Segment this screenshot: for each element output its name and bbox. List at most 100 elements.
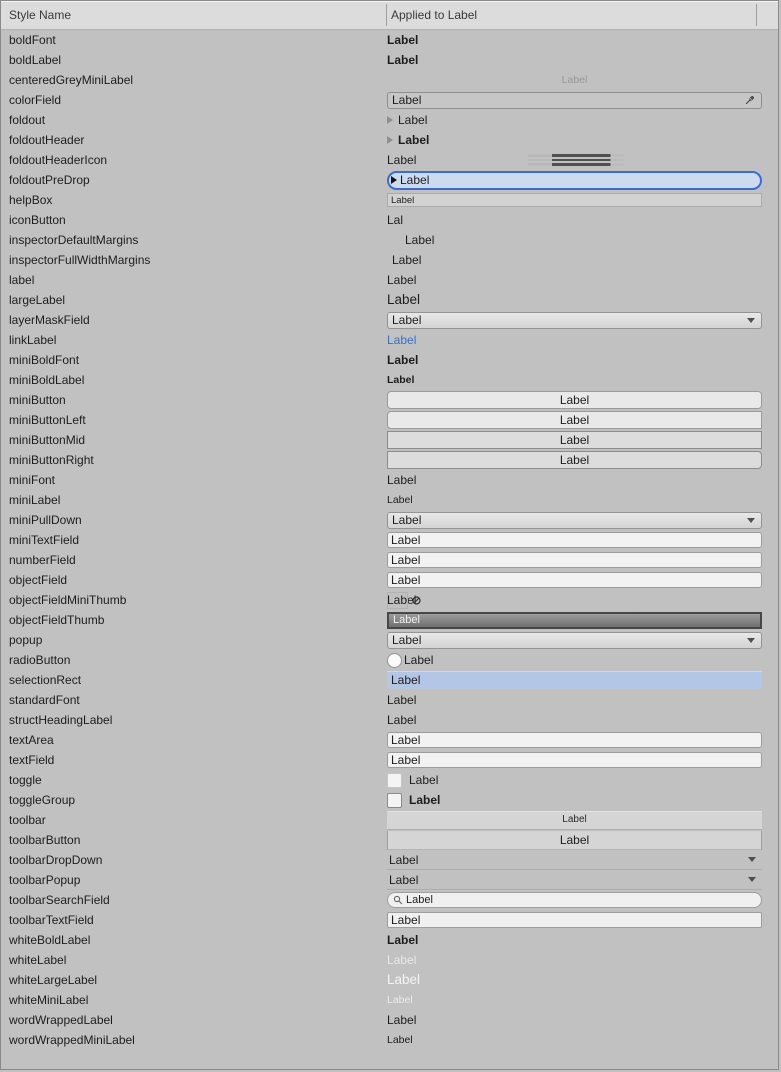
miniButtonMid-sample[interactable]: Label: [387, 431, 762, 449]
radio-circle-icon[interactable]: [387, 653, 402, 668]
style-sample-cell: Label: [387, 650, 778, 670]
miniPullDown-sample[interactable]: Label: [387, 512, 762, 529]
dropdown-caret-icon: [747, 638, 755, 643]
radioButton-sample: Label: [404, 654, 433, 666]
selectionRect-sample: Label: [387, 671, 762, 689]
foldout-arrow-icon[interactable]: [387, 136, 393, 144]
sample-label: Label: [389, 853, 418, 867]
style-name: foldoutPreDrop: [1, 173, 387, 187]
whiteLargeLabel-sample: Label: [387, 973, 420, 987]
table-row: toggleGroup Label: [1, 790, 778, 810]
style-name: miniBoldLabel: [1, 373, 387, 387]
textField-sample[interactable]: Label: [387, 752, 762, 768]
style-name: helpBox: [1, 193, 387, 207]
column-divider[interactable]: [386, 4, 387, 26]
style-sample-cell: Label: [387, 930, 778, 950]
layerMaskField-sample[interactable]: Label: [387, 312, 762, 329]
table-row: boldLabelLabel: [1, 50, 778, 70]
search-icon: [393, 895, 403, 905]
table-row: inspectorFullWidthMarginsLabel: [1, 250, 778, 270]
colorField-sample[interactable]: Label: [387, 92, 762, 109]
style-name: miniButtonLeft: [1, 413, 387, 427]
style-name: toggleGroup: [1, 793, 387, 807]
table-row: textAreaLabel: [1, 730, 778, 750]
sample-label: Label: [393, 614, 420, 626]
table-row: miniButtonRightLabel: [1, 450, 778, 470]
dropdown-caret-icon: [747, 318, 755, 323]
sample-label: Label: [400, 173, 429, 187]
table-row: miniPullDownLabel: [1, 510, 778, 530]
style-sample-cell: Label: [387, 490, 778, 510]
style-sample-cell: Label: [387, 690, 778, 710]
style-sample-cell: Label: [387, 870, 778, 890]
table-row: miniButtonLeft Label: [1, 410, 778, 430]
table-row: foldoutPreDrop Label: [1, 170, 778, 190]
style-sample-cell: Label: [387, 910, 778, 930]
null-object-icon: [412, 596, 421, 605]
style-sample-cell: Label: [387, 470, 778, 490]
style-name: structHeadingLabel: [1, 713, 387, 727]
toolbarButton-sample[interactable]: Label: [387, 831, 762, 850]
toolbarTextField-sample[interactable]: Label: [387, 912, 762, 928]
table-row: inspectorDefaultMarginsLabel: [1, 230, 778, 250]
numberField-sample[interactable]: Label: [387, 552, 762, 568]
style-sample-cell: Lal: [387, 210, 778, 230]
foldout-arrow-icon[interactable]: [387, 116, 393, 124]
miniBoldLabel-sample: Label: [387, 375, 414, 386]
textArea-sample[interactable]: Label: [387, 732, 762, 748]
style-name: foldout: [1, 113, 387, 127]
style-name: miniTextField: [1, 533, 387, 547]
pane-options-icon[interactable]: [528, 154, 624, 166]
style-sample-cell: Label: [387, 750, 778, 770]
toolbarSearchField-sample[interactable]: Label: [387, 892, 762, 908]
style-sample-cell: Label: [387, 150, 778, 170]
style-sample-cell: Label: [387, 610, 778, 630]
toggleGroup-sample: Label: [409, 794, 440, 806]
style-name: objectFieldMiniThumb: [1, 593, 387, 607]
dropdown-caret-icon: [748, 877, 756, 882]
style-sample-cell: Label: [387, 330, 778, 350]
table-row: colorFieldLabel: [1, 90, 778, 110]
checkbox-icon[interactable]: [387, 773, 402, 788]
objectFieldThumb-sample[interactable]: Label: [387, 612, 762, 629]
sample-label: Label: [560, 413, 589, 427]
linkLabel-sample[interactable]: Label: [387, 334, 416, 346]
foldout-sample: Label: [398, 114, 427, 126]
style-name: toolbarTextField: [1, 913, 387, 927]
miniButtonLeft-sample[interactable]: Label: [387, 411, 762, 429]
toolbarDropDown-sample[interactable]: Label: [387, 851, 762, 870]
style-name: popup: [1, 633, 387, 647]
style-sample-cell: Label: [387, 50, 778, 70]
sample-label: Label: [391, 573, 420, 587]
style-sample-cell: Label: [387, 30, 778, 50]
miniButton-sample[interactable]: Label: [387, 391, 762, 409]
style-name: miniLabel: [1, 493, 387, 507]
style-sample-cell: Label: [387, 510, 778, 530]
table-row: miniFontLabel: [1, 470, 778, 490]
sample-label: Label: [560, 833, 589, 847]
style-sample-cell: Label: [387, 350, 778, 370]
style-name: selectionRect: [1, 673, 387, 687]
miniTextField-sample[interactable]: Label: [387, 532, 762, 548]
style-rows: boldFontLabelboldLabelLabelcenteredGreyM…: [1, 30, 778, 1050]
table-row: largeLabelLabel: [1, 290, 778, 310]
style-name: miniBoldFont: [1, 353, 387, 367]
column-divider[interactable]: [756, 4, 757, 26]
objectField-sample[interactable]: Label: [387, 572, 762, 588]
table-row: helpBoxLabel: [1, 190, 778, 210]
boldFont-sample: Label: [387, 34, 418, 46]
foldout-arrow-icon: [391, 176, 397, 184]
iconButton-sample: Lal: [387, 214, 404, 226]
foldoutPreDrop-sample[interactable]: Label: [387, 171, 762, 190]
style-name: toolbar: [1, 813, 387, 827]
style-name: objectFieldThumb: [1, 613, 387, 627]
toolbarPopup-sample[interactable]: Label: [387, 871, 762, 890]
objectFieldMiniThumb-sample[interactable]: Label: [387, 590, 762, 610]
style-name: label: [1, 273, 387, 287]
sample-label: Label: [389, 873, 418, 887]
style-sample-cell: Label: [387, 290, 778, 310]
miniButtonRight-sample[interactable]: Label: [387, 451, 762, 469]
style-name: toolbarDropDown: [1, 853, 387, 867]
popup-sample[interactable]: Label: [387, 632, 762, 649]
checkbox-icon[interactable]: [387, 793, 402, 808]
